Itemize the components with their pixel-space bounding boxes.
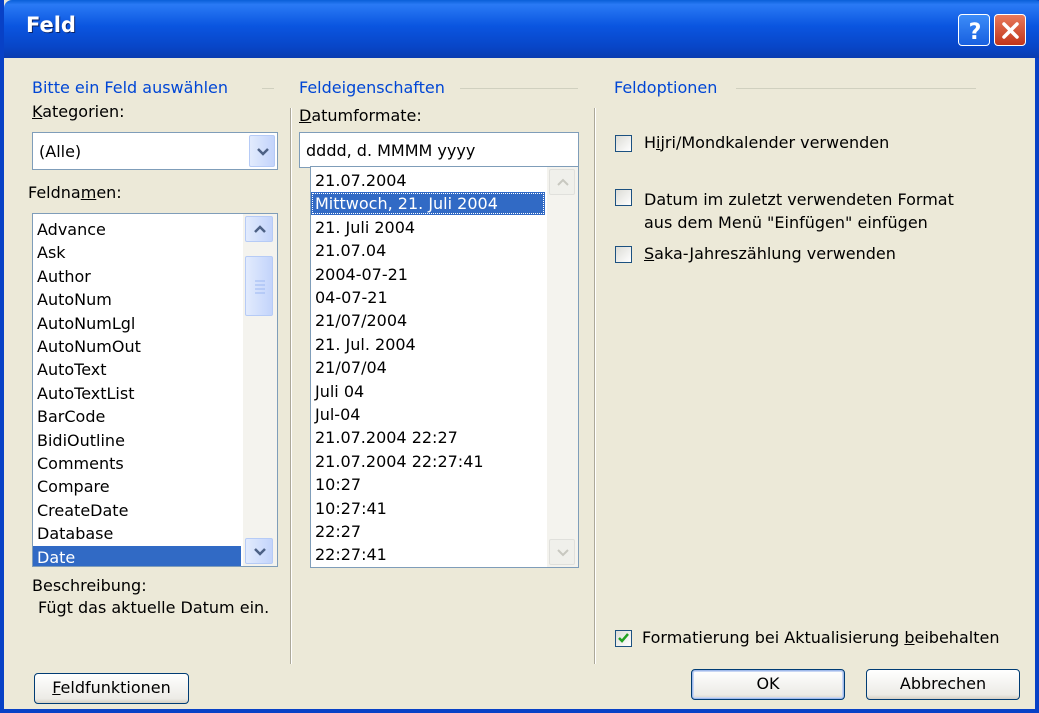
formats-scrollbar[interactable]	[547, 167, 578, 567]
categories-label: Kategorien:	[32, 102, 125, 121]
field-codes-button[interactable]: Feldfunktionen	[34, 673, 189, 704]
fieldname-item[interactable]: Database	[33, 522, 241, 545]
field-dialog: Feld ? Bitte ein Feld auswählen Kategori…	[0, 0, 1039, 713]
svg-text:?: ?	[969, 20, 982, 45]
middle-separator	[594, 108, 596, 664]
scroll-down-button	[549, 539, 575, 565]
last-format-checkbox[interactable]	[615, 189, 632, 206]
description-text: Fügt das aktuelle Datum ein.	[38, 598, 270, 617]
scroll-down-button[interactable]	[245, 538, 273, 564]
chevron-up-icon	[254, 225, 266, 233]
group-divider	[460, 88, 578, 89]
date-format-item[interactable]: Jul-04	[311, 403, 545, 426]
date-format-item[interactable]: 21.07.2004 22:27	[311, 426, 545, 449]
date-format-item[interactable]: 21.07.04	[311, 239, 545, 262]
saka-label[interactable]: Saka-Jahreszählung verwenden	[644, 244, 896, 263]
chevron-down-icon	[257, 148, 269, 156]
date-formats-list[interactable]: 21.07.2004 Mittwoch, 21. Juli 2004 21. Jul…	[310, 166, 579, 568]
ok-button[interactable]: OK	[691, 669, 845, 700]
cancel-button[interactable]: Abbrechen	[866, 669, 1020, 700]
chevron-down-icon	[254, 548, 266, 556]
date-format-item[interactable]: Juli 04	[311, 380, 545, 403]
fieldname-item[interactable]: BidiOutline	[33, 429, 241, 452]
grip-icon	[255, 280, 265, 294]
left-separator	[290, 108, 292, 664]
date-format-item[interactable]: Mittwoch, 21. Juli 2004	[311, 192, 545, 216]
scroll-up-button	[549, 169, 575, 195]
date-format-item[interactable]: 10:27:41	[311, 497, 545, 520]
saka-checkbox[interactable]	[615, 246, 632, 263]
title-bar[interactable]: Feld ?	[4, 0, 1039, 58]
fieldname-item[interactable]: AutoNumOut	[33, 335, 241, 358]
select-field-group-title: Bitte ein Feld auswählen	[32, 78, 229, 97]
fieldname-item[interactable]: AutoTextList	[33, 382, 241, 405]
help-button[interactable]: ?	[958, 14, 990, 46]
close-button[interactable]	[994, 14, 1026, 46]
date-format-input[interactable]: dddd, d. MMMM yyyy	[299, 132, 579, 168]
chevron-down-icon	[557, 549, 569, 557]
date-format-item[interactable]: 10:27	[311, 473, 545, 496]
scroll-thumb[interactable]	[245, 256, 273, 316]
hijri-label[interactable]: Hijri/Mondkalender verwenden	[644, 133, 889, 152]
date-format-item[interactable]: 2004-07-21	[311, 263, 545, 286]
date-format-item[interactable]: 21. Juli 2004	[311, 216, 545, 239]
date-format-item[interactable]: 22:27	[311, 520, 545, 543]
date-format-item[interactable]: 21.07.2004 22:27:41	[311, 450, 545, 473]
fieldname-item[interactable]: Advance	[33, 218, 241, 241]
date-format-item[interactable]: 21/07/04	[311, 356, 545, 379]
date-format-item[interactable]: 21/07/2004	[311, 309, 545, 332]
last-format-label-line2[interactable]: aus dem Menü "Einfügen" einfügen	[644, 213, 928, 232]
group-divider	[262, 88, 274, 89]
fieldname-item[interactable]: Comments	[33, 452, 241, 475]
last-format-label-line1[interactable]: Datum im zuletzt verwendeten Format	[644, 190, 954, 209]
fieldname-item[interactable]: AutoNumLgl	[33, 312, 241, 335]
fieldname-item[interactable]: AutoNum	[33, 288, 241, 311]
keep-format-checkbox[interactable]	[615, 630, 632, 647]
scroll-up-button[interactable]	[245, 216, 273, 242]
fieldname-item[interactable]: Ask	[33, 241, 241, 264]
category-dropdown-button[interactable]	[249, 135, 275, 167]
category-dropdown[interactable]: (Alle)	[32, 132, 278, 170]
field-properties-group-title: Feldeigenschaften	[299, 78, 445, 97]
checkmark-icon	[618, 633, 629, 643]
window-title: Feld	[26, 13, 76, 37]
description-label: Beschreibung:	[32, 576, 147, 595]
close-icon	[1002, 22, 1019, 39]
fieldname-item[interactable]: AutoText	[33, 358, 241, 381]
date-formats-label: Datumformate:	[299, 106, 422, 125]
question-mark-icon: ?	[969, 20, 982, 45]
category-value: (Alle)	[39, 142, 82, 161]
fieldname-item[interactable]: Date	[33, 545, 241, 566]
date-format-item[interactable]: 21. Jul. 2004	[311, 333, 545, 356]
field-options-group-title: Feldoptionen	[614, 78, 718, 97]
date-format-item[interactable]: 21.07.2004	[311, 169, 545, 192]
keep-format-label[interactable]: Formatierung bei Aktualisierung beibehal…	[642, 628, 999, 647]
fieldnames-list[interactable]: Advance Ask Author AutoNum AutoNumLgl AutoNum…	[32, 213, 278, 567]
date-format-item[interactable]: 22:27:41	[311, 543, 545, 566]
group-divider	[736, 88, 976, 89]
fieldname-item[interactable]: Compare	[33, 475, 241, 498]
hijri-checkbox[interactable]	[615, 135, 632, 152]
fieldname-item[interactable]: BarCode	[33, 405, 241, 428]
fieldnames-label: Feldnamen:	[28, 183, 122, 202]
fieldname-item[interactable]: Author	[33, 265, 241, 288]
date-format-item[interactable]: 04-07-21	[311, 286, 545, 309]
chevron-up-icon	[557, 178, 569, 186]
fieldname-item[interactable]: CreateDate	[33, 499, 241, 522]
fieldnames-scrollbar[interactable]	[243, 214, 277, 566]
date-format-value: dddd, d. MMMM yyyy	[306, 141, 476, 160]
